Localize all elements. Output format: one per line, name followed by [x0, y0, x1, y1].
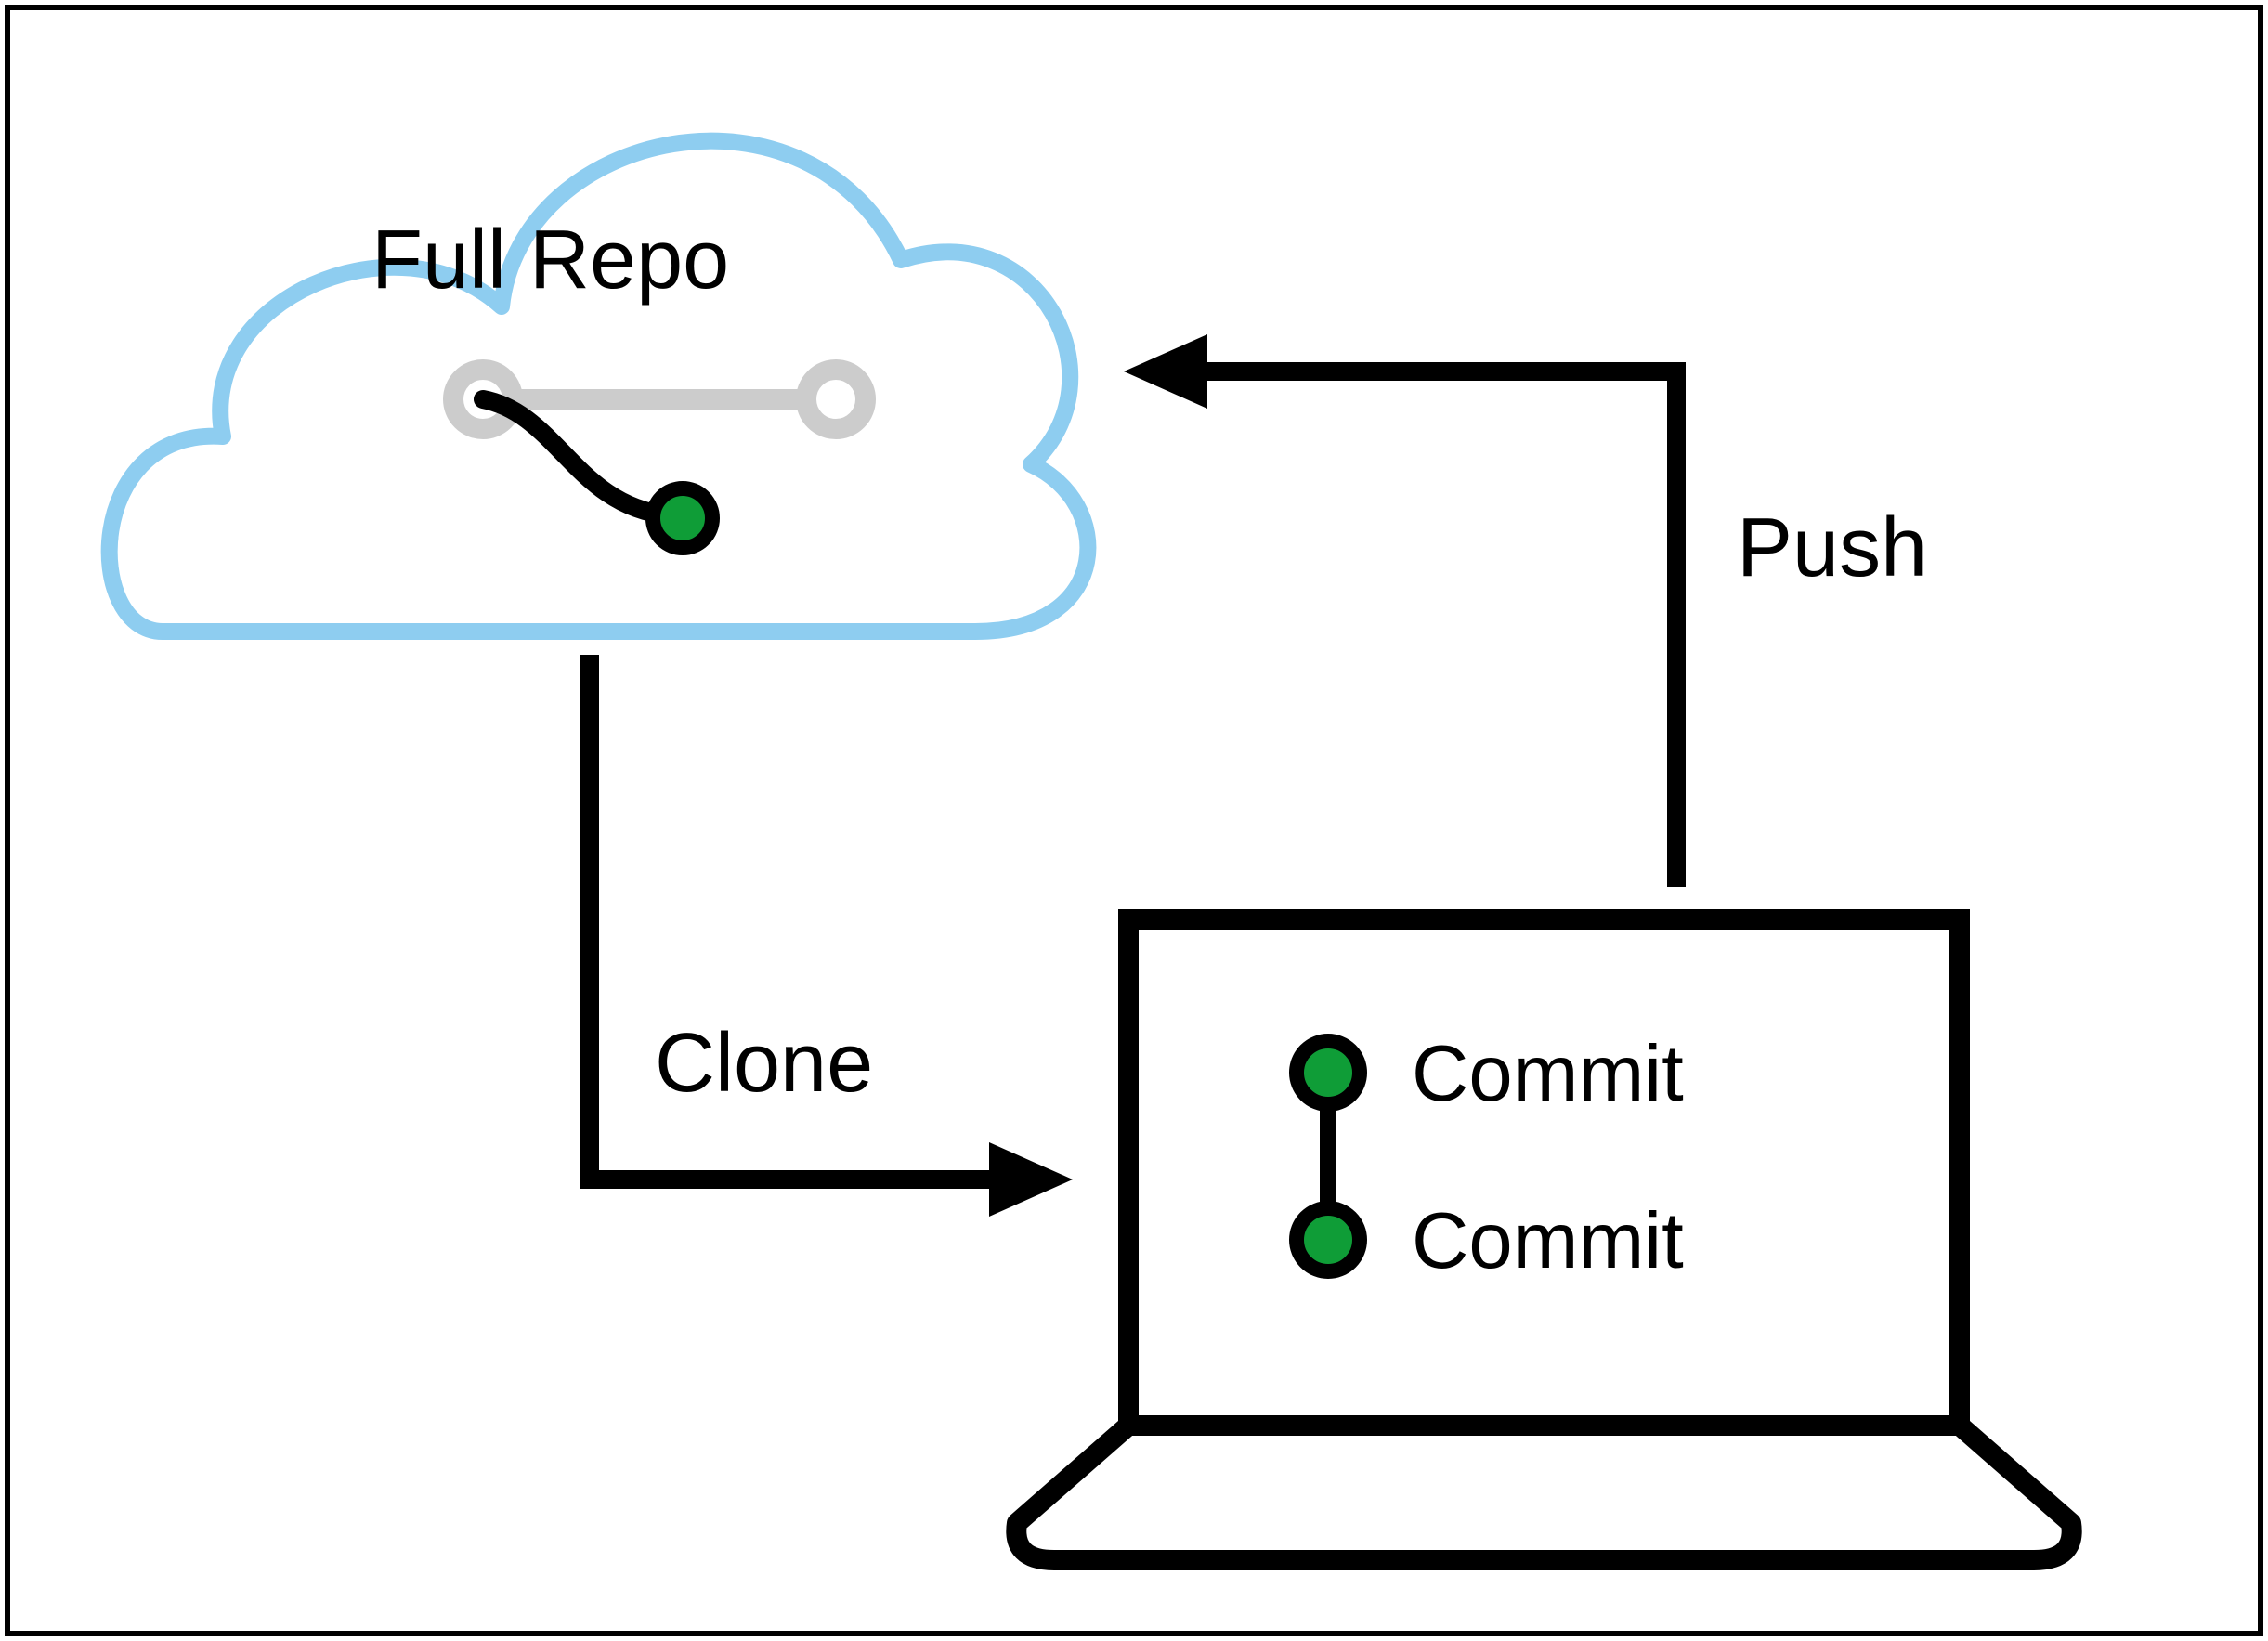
- laptop-commit-node-bottom: [1297, 1208, 1360, 1271]
- branch-node-right: [806, 370, 866, 429]
- cloud-label: Full Repo: [371, 214, 729, 306]
- branch-commit-node: [653, 488, 712, 548]
- laptop-base: [1016, 1426, 2071, 1560]
- clone-label: Clone: [655, 1017, 873, 1110]
- diagram-canvas: Full Repo Clone Push Commit Commit: [0, 0, 2268, 1641]
- laptop-icon: Commit Commit: [1016, 919, 2071, 1560]
- laptop-commit-node-top: [1297, 1041, 1360, 1104]
- commit-label-top: Commit: [1412, 1030, 1684, 1118]
- push-label: Push: [1737, 501, 1927, 594]
- laptop-screen: [1128, 919, 1960, 1426]
- commit-label-bottom: Commit: [1412, 1197, 1684, 1285]
